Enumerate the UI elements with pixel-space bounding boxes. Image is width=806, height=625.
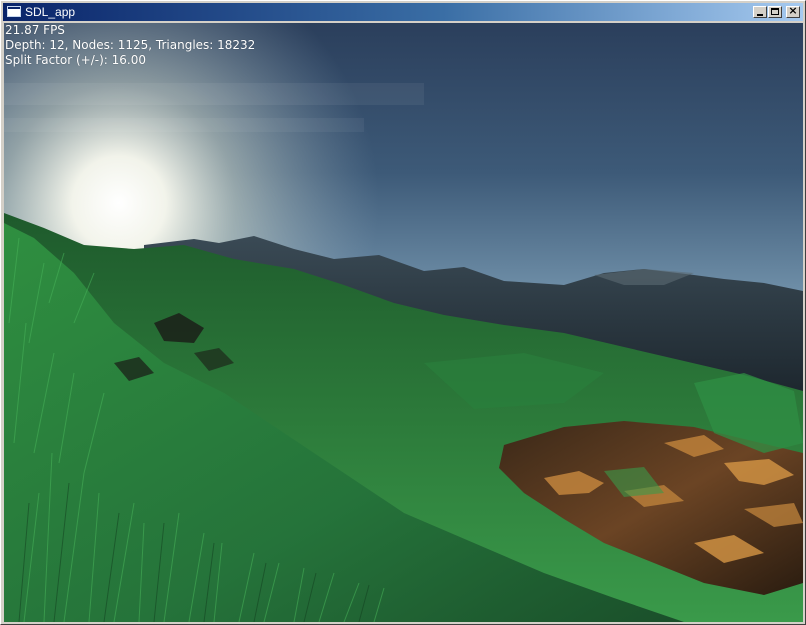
scene-stats: Depth: 12, Nodes: 1125, Triangles: 18232 xyxy=(5,38,256,52)
minimize-icon xyxy=(757,14,763,16)
fps-readout: 21.87 FPS xyxy=(5,23,65,37)
sky-band xyxy=(4,118,364,132)
app-window-icon[interactable] xyxy=(7,6,21,17)
split-factor-readout: Split Factor (+/-): 16.00 xyxy=(5,53,146,67)
debug-overlay: 21.87 FPS Depth: 12, Nodes: 1125, Triang… xyxy=(5,23,255,68)
maximize-button[interactable] xyxy=(768,6,782,18)
close-icon: × xyxy=(788,4,798,17)
terrain-scene xyxy=(4,23,803,622)
render-viewport[interactable]: 21.87 FPS Depth: 12, Nodes: 1125, Triang… xyxy=(4,23,803,622)
close-button[interactable]: × xyxy=(786,4,800,18)
maximize-icon xyxy=(771,8,779,15)
sky-band xyxy=(4,83,424,105)
title-bar[interactable]: SDL_app × xyxy=(3,3,803,21)
minimize-button[interactable] xyxy=(753,6,767,18)
window-title: SDL_app xyxy=(25,5,76,19)
sdl-app-window: SDL_app × 21.87 FPS Depth: 12, Nodes: 11… xyxy=(0,0,806,625)
